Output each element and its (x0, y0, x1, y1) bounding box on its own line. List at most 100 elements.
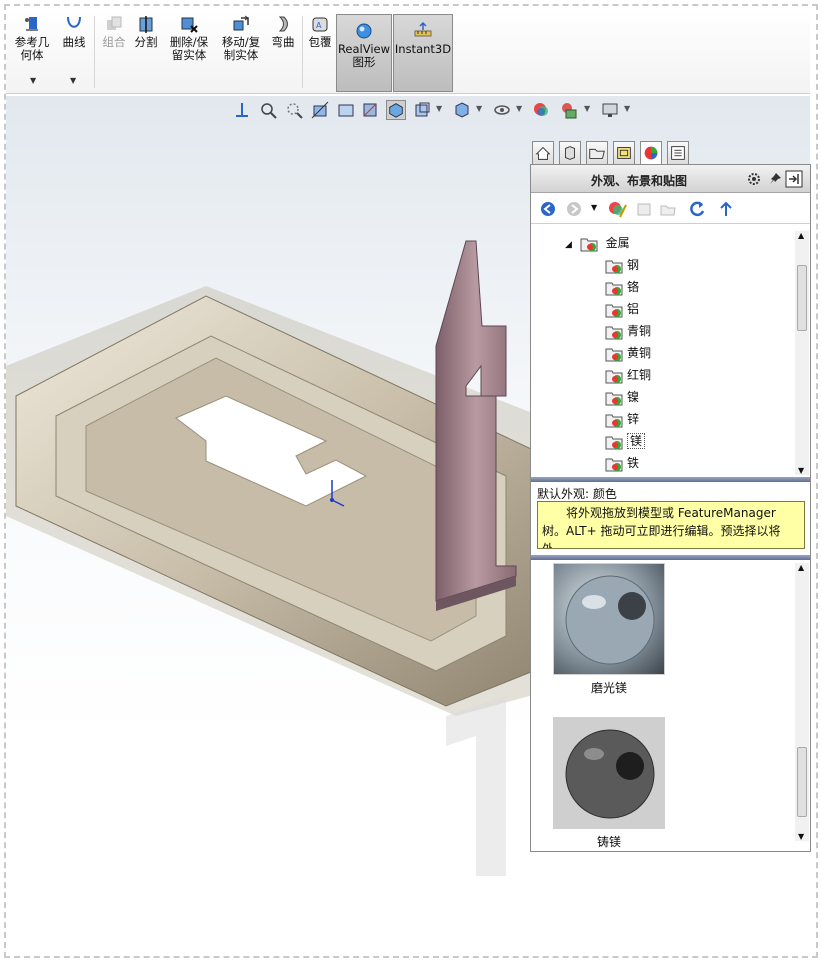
reference-geometry-label-2: 何体 (20, 48, 44, 62)
realview-button[interactable]: RealView 图形 (336, 14, 392, 92)
zoom-to-area-icon[interactable] (258, 100, 278, 120)
tree-item-magnesium[interactable]: 镁 (605, 431, 646, 451)
tree-label: 铝 (627, 302, 640, 316)
dynamic-annotation-icon[interactable] (336, 100, 356, 120)
scroll-down-icon[interactable]: ▼ (798, 832, 804, 841)
display-style-icon[interactable] (412, 100, 432, 120)
zoom-to-fit-icon[interactable] (232, 100, 252, 120)
scroll-up-icon[interactable]: ▲ (798, 231, 804, 240)
wrap-button[interactable]: A 包覆 (306, 14, 334, 49)
move-copy-body-button[interactable]: 移动/复 制实体 (218, 14, 264, 62)
scroll-up-icon[interactable]: ▲ (798, 563, 804, 572)
apply-scene-dropdown-icon[interactable]: ▼ (584, 104, 590, 113)
3d-parts-icon[interactable] (559, 141, 581, 165)
tree-item-copper[interactable]: 红铜 (605, 365, 651, 385)
wrap-label: 包覆 (308, 35, 332, 49)
wrap-icon: A (312, 17, 328, 32)
instant3d-button[interactable]: Instant3D (393, 14, 453, 92)
gear-icon[interactable] (746, 171, 762, 187)
thumbnail-scroll-thumb[interactable] (797, 747, 807, 817)
realview-label-2: 图形 (352, 55, 376, 69)
edit-appearance-icon[interactable] (532, 100, 552, 120)
curves-icon (67, 16, 81, 28)
hide-show-items-icon[interactable] (452, 100, 472, 120)
move-copy-label-2: 制实体 (223, 48, 259, 62)
tooltip-line-2: 树。ALT+ 拖动可立即进行编辑。预选择以将外... (542, 524, 781, 549)
pane-splitter[interactable] (531, 555, 810, 560)
eye-dropdown-icon[interactable]: ▼ (516, 104, 522, 113)
folder-appearance-icon (580, 238, 598, 251)
curves-button[interactable]: 曲线 (56, 14, 92, 49)
tree-label: 镁 (627, 433, 646, 449)
file-explorer-icon[interactable] (586, 141, 608, 165)
folder-icon[interactable] (659, 200, 677, 218)
apply-scene-icon[interactable] (558, 100, 578, 120)
cast-magnesium-thumbnail[interactable] (553, 717, 665, 829)
refresh-icon[interactable] (687, 199, 707, 219)
tree-label: 红铜 (627, 368, 652, 382)
realview-icon (356, 23, 372, 39)
previous-view-icon[interactable] (284, 100, 304, 120)
view-palette-icon[interactable] (613, 141, 635, 165)
reference-geometry-dropdown-icon[interactable]: ▼ (30, 76, 36, 85)
folder-appearance-icon (605, 436, 623, 449)
tree-item-chrome[interactable]: 铬 (605, 277, 639, 297)
reference-geometry-label-1: 参考几 (14, 35, 50, 49)
reference-geometry-button[interactable]: 参考几 何体 (10, 14, 54, 62)
tree-item-steel[interactable]: 钢 (605, 255, 639, 275)
history-dropdown-icon[interactable]: ▼ (591, 203, 597, 212)
svg-text:A: A (316, 21, 322, 30)
pin-icon[interactable] (767, 171, 783, 187)
collapse-pane-icon[interactable] (785, 170, 803, 188)
view-selector-icon[interactable] (360, 100, 380, 120)
folder-appearance-icon (605, 348, 623, 361)
split-button[interactable]: 分割 (131, 14, 161, 49)
view-settings-dropdown-icon[interactable]: ▼ (624, 104, 630, 113)
thumbnail-scrollbar[interactable]: ▲ ▼ (795, 563, 809, 841)
edit-appearance-tool-icon[interactable] (607, 199, 627, 219)
tree-item-aluminum[interactable]: 铝 (605, 299, 639, 319)
tree-label: 青铜 (627, 324, 652, 338)
home-icon[interactable] (532, 141, 554, 165)
tree-label: 镍 (627, 390, 640, 404)
combine-button[interactable]: 组合 (98, 14, 130, 49)
folder-appearance-icon (605, 414, 623, 427)
tree-scrollbar[interactable]: ▲ ▼ (795, 231, 809, 475)
collapse-caret-icon[interactable]: ◢ (565, 240, 572, 250)
display-style-dropdown-icon[interactable]: ▼ (436, 104, 442, 113)
forward-arrow-icon[interactable] (565, 200, 583, 218)
instant3d-label: Instant3D (394, 42, 452, 56)
scroll-down-icon[interactable]: ▼ (798, 466, 804, 475)
delete-keep-body-icon (181, 17, 198, 33)
tree-item-bronze[interactable]: 青铜 (605, 321, 651, 341)
sphere-icon (565, 575, 655, 665)
appearances-icon[interactable] (640, 141, 662, 165)
polished-magnesium-thumbnail[interactable] (553, 563, 665, 675)
folder-appearance-icon (605, 370, 623, 383)
folder-appearance-icon (605, 458, 623, 471)
eye-icon[interactable] (492, 100, 512, 120)
task-pane: 外观、布景和贴图 ▼ ◢ 金属 钢 铬 铝 青铜 黄铜 红铜 镍 锌 镁 铁 ▲ (530, 164, 811, 852)
reference-geometry-icon (25, 17, 38, 31)
pane-splitter[interactable] (531, 477, 810, 482)
tree-item-metal[interactable]: ◢ 金属 (565, 233, 630, 253)
flex-label: 弯曲 (271, 35, 295, 49)
curves-dropdown-icon[interactable]: ▼ (70, 76, 76, 85)
custom-properties-icon[interactable] (667, 141, 689, 165)
hide-show-dropdown-icon[interactable]: ▼ (476, 104, 482, 113)
folder-appearance-icon (605, 326, 623, 339)
tree-item-iron[interactable]: 铁 (605, 453, 639, 473)
delete-keep-body-button[interactable]: 删除/保 留实体 (166, 14, 212, 62)
view-orientation-icon[interactable] (386, 100, 406, 120)
section-view-icon[interactable] (310, 100, 330, 120)
tree-item-zinc[interactable]: 锌 (605, 409, 639, 429)
view-settings-icon[interactable] (600, 100, 620, 120)
back-arrow-icon[interactable] (539, 200, 557, 218)
tree-scroll-thumb[interactable] (797, 265, 807, 331)
tree-item-brass[interactable]: 黄铜 (605, 343, 651, 363)
up-arrow-icon[interactable] (717, 200, 735, 218)
tree-item-nickel[interactable]: 镍 (605, 387, 639, 407)
add-part-icon[interactable] (635, 200, 653, 218)
delete-keep-label-2: 留实体 (171, 48, 207, 62)
flex-button[interactable]: 弯曲 (268, 14, 298, 49)
